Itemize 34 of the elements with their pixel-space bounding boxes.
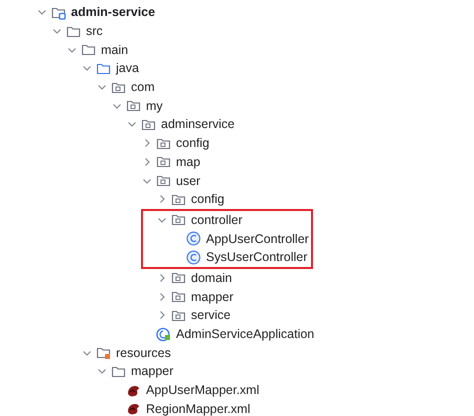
tree-item[interactable]: admin-service [71,4,156,20]
class-icon [186,250,201,265]
tree-item[interactable]: com [131,79,155,96]
tree-item[interactable]: mapper [131,363,174,380]
class-icon [186,231,201,246]
package-folder-icon [171,212,186,228]
package-folder-icon [171,270,186,286]
tree-item[interactable]: mapper [191,288,234,305]
bird-icon [126,401,141,416]
application-icon [156,326,171,342]
tree-item[interactable]: my [146,98,163,114]
tree-item[interactable]: AppUserController [206,230,309,247]
tree-item[interactable]: main [101,42,128,58]
tree-item[interactable]: AdminServiceApplication [176,326,314,342]
tree-item[interactable]: service [191,307,231,324]
package-folder-icon [126,98,141,114]
tree-item[interactable]: AppUserMapper.xml [146,382,260,398]
folder-icon [81,42,96,58]
tree-item[interactable]: config [176,135,210,152]
tree-item[interactable]: map [176,154,200,170]
tree-item[interactable]: user [176,172,200,189]
tree-item[interactable]: resources [116,344,171,361]
tree-item[interactable]: domain [191,270,232,286]
package-folder-icon [171,289,186,304]
tree-item[interactable]: config [191,191,224,208]
tree-item[interactable]: src [86,23,103,40]
tree-item[interactable]: controller [191,212,242,228]
package-folder-icon [156,154,171,170]
tree-item[interactable]: adminservice [161,116,235,132]
package-folder-icon [156,173,171,188]
tree-item[interactable]: java [116,60,139,76]
resources-folder-icon [96,345,111,360]
tree-item[interactable]: SysUserController [206,249,308,266]
tree-item[interactable]: RegionMapper.xml [146,400,250,416]
